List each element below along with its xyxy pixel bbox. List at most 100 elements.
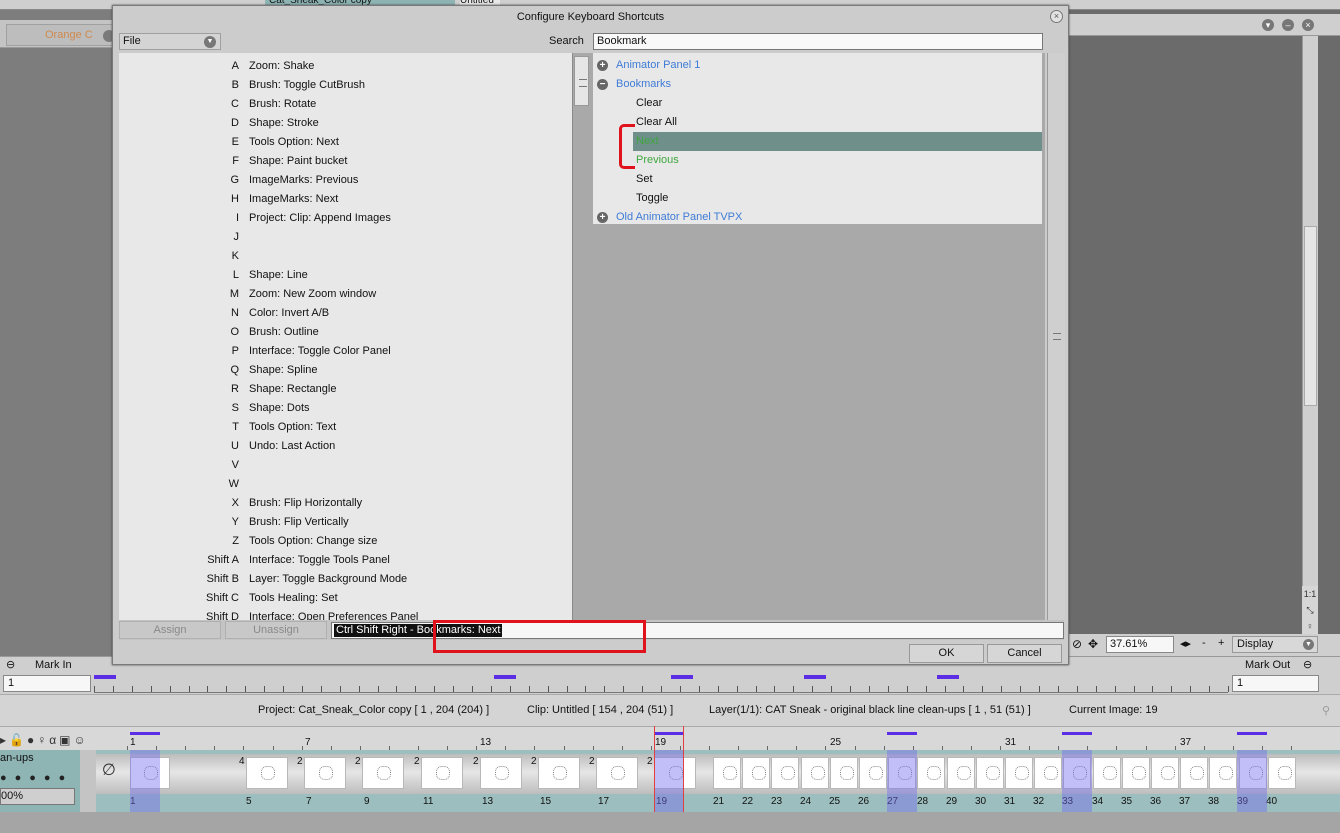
pin-icon[interactable]: ⚲ (1322, 704, 1330, 717)
frame-thumbnail[interactable] (1092, 757, 1121, 789)
frame-thumbnail[interactable] (771, 757, 800, 789)
mark-in-icon[interactable]: ⊖ (6, 659, 15, 671)
frame-thumbnail[interactable]: 2 (414, 756, 463, 789)
frame-thumbnail[interactable] (1267, 757, 1296, 789)
timeline-track[interactable]: ∅ 4 2 2 2 2 2 2 2 1 5 7 9 11 13 15 17 19 21 22 23 24 25 26 27 28… (96, 732, 1340, 812)
bookmark-marker[interactable] (887, 732, 917, 735)
shortcut-row[interactable]: Y Brush: Flip Vertically (119, 513, 572, 532)
search-input[interactable]: Bookmark (593, 33, 1043, 50)
mark-in-input[interactable]: 1 (3, 675, 91, 692)
shortcut-row[interactable]: G ImageMarks: Previous (119, 171, 572, 190)
stamp-icon[interactable]: ♀ (1302, 618, 1318, 634)
bookmark-marker[interactable] (804, 675, 826, 679)
shortcut-row[interactable]: X Brush: Flip Horizontally (119, 494, 572, 513)
shortcut-row[interactable]: E Tools Option: Next (119, 133, 572, 152)
scrollbar-thumb[interactable] (1304, 226, 1317, 406)
shortcut-list-scrollbar[interactable] (572, 53, 590, 620)
tree-item[interactable]: Previous (593, 151, 1042, 170)
frame-thumbnail[interactable]: 2 (589, 756, 638, 789)
shortcut-row[interactable]: H ImageMarks: Next (119, 190, 572, 209)
layer-opacity[interactable]: 00% (0, 788, 75, 805)
shortcut-row[interactable]: T Tools Option: Text (119, 418, 572, 437)
close-icon[interactable]: × (1050, 10, 1063, 23)
minimize-icon[interactable]: – (1282, 19, 1294, 31)
expand-icon[interactable]: + (597, 212, 608, 223)
zoom-input[interactable]: 37.61% (1106, 636, 1174, 653)
cancel-button[interactable]: Cancel (987, 644, 1062, 663)
category-select[interactable]: File ▼ (119, 33, 221, 50)
layer-options-icons[interactable]: ●●●●● (0, 772, 73, 784)
frame-thumbnail[interactable] (1005, 757, 1033, 789)
shortcut-row[interactable]: F Shape: Paint bucket (119, 152, 572, 171)
shortcut-row[interactable]: P Interface: Toggle Color Panel (119, 342, 572, 361)
close-icon[interactable]: × (1302, 19, 1314, 31)
tree-item[interactable]: Toggle (593, 189, 1042, 208)
frame-thumbnail[interactable] (1151, 757, 1179, 789)
frame-thumbnail[interactable] (859, 757, 887, 789)
shortcut-row[interactable]: Shift D Interface: Open Preferences Panel (119, 608, 572, 620)
tree-item[interactable]: Next (593, 132, 1042, 151)
frame-thumbnail[interactable] (829, 757, 858, 789)
frame-thumbnail[interactable] (1121, 757, 1150, 789)
mark-out-input[interactable]: 1 (1232, 675, 1319, 692)
shortcut-row[interactable]: Shift C Tools Healing: Set (119, 589, 572, 608)
frame-thumbnail[interactable] (1180, 757, 1209, 789)
shortcut-row[interactable]: O Brush: Outline (119, 323, 572, 342)
shortcut-row[interactable]: R Shape: Rectangle (119, 380, 572, 399)
bookmark-marker[interactable] (130, 732, 160, 735)
frame-thumbnail[interactable]: 4 (239, 756, 288, 789)
frame-thumbnail[interactable]: 2 (355, 756, 404, 789)
flip-icon[interactable]: ◂▸ (1180, 637, 1191, 650)
shortcut-row[interactable]: N Color: Invert A/B (119, 304, 572, 323)
shortcut-row[interactable]: K (119, 247, 572, 266)
frame-thumbnail[interactable] (713, 757, 741, 789)
expand-icon[interactable]: + (597, 60, 608, 71)
shortcut-row[interactable]: L Shape: Line (119, 266, 572, 285)
zoom-in-icon[interactable]: + (1218, 637, 1224, 649)
color-tab[interactable]: Orange C (6, 24, 124, 46)
display-select[interactable]: Display ▼ (1232, 636, 1318, 653)
bookmark-marker[interactable] (494, 675, 516, 679)
bookmark-marker[interactable] (671, 675, 693, 679)
shortcut-row[interactable]: C Brush: Rotate (119, 95, 572, 114)
mark-out-icon[interactable]: ⊖ (1303, 659, 1312, 671)
resize-icon[interactable]: ⤡ (1302, 602, 1318, 618)
shortcut-row[interactable]: I Project: Clip: Append Images (119, 209, 572, 228)
frame-thumbnail[interactable]: 2 (473, 756, 522, 789)
bookmark-marker[interactable] (654, 732, 684, 735)
bookmark-marker[interactable] (94, 675, 116, 679)
frame-thumbnail[interactable] (946, 757, 975, 789)
frame-thumbnail[interactable] (800, 757, 829, 789)
unassign-button[interactable]: Unassign (225, 621, 327, 639)
frame-thumbnail[interactable]: 2 (297, 756, 346, 789)
mini-ruler[interactable] (94, 675, 1229, 693)
pan-icon[interactable]: ✥ (1088, 637, 1098, 651)
frame-thumbnail[interactable] (975, 757, 1004, 789)
frame-thumbnail[interactable] (917, 757, 946, 789)
frame-thumbnail[interactable]: 2 (531, 756, 580, 789)
zoom-out-icon[interactable]: - (1202, 637, 1206, 649)
shortcut-row[interactable]: A Zoom: Shake (119, 57, 572, 76)
rotate-icon[interactable]: ⊘ (1072, 637, 1082, 651)
shortcut-row[interactable]: W (119, 475, 572, 494)
shortcut-row[interactable]: M Zoom: New Zoom window (119, 285, 572, 304)
layer-tool-icons[interactable]: ▸🔓●♀α▣☺ (0, 733, 89, 747)
shortcut-list[interactable]: A Zoom: Shake B Brush: Toggle CutBrush C Brus… (119, 53, 572, 620)
collapse-icon[interactable]: − (597, 79, 608, 90)
viewer-scrollbar[interactable] (1302, 36, 1318, 636)
shortcut-row[interactable]: Shift B Layer: Toggle Background Mode (119, 570, 572, 589)
tree-group[interactable]: − Bookmarks (593, 75, 1042, 94)
shortcut-row[interactable]: J (119, 228, 572, 247)
shortcut-row[interactable]: V (119, 456, 572, 475)
chevron-down-icon[interactable]: ▾ (1262, 19, 1274, 31)
tree-item[interactable]: Set (593, 170, 1042, 189)
shortcut-row[interactable]: Z Tools Option: Change size (119, 532, 572, 551)
bookmark-marker[interactable] (1237, 732, 1267, 735)
scrollbar-thumb[interactable] (574, 56, 589, 106)
tree-group[interactable]: + Animator Panel 1 (593, 56, 1042, 75)
tree-item[interactable]: Clear (593, 94, 1042, 113)
bookmark-marker[interactable] (1062, 732, 1092, 735)
frame-thumbnail[interactable] (1034, 757, 1063, 789)
action-tree-scrollbar[interactable] (1047, 53, 1065, 620)
shortcut-row[interactable]: U Undo: Last Action (119, 437, 572, 456)
